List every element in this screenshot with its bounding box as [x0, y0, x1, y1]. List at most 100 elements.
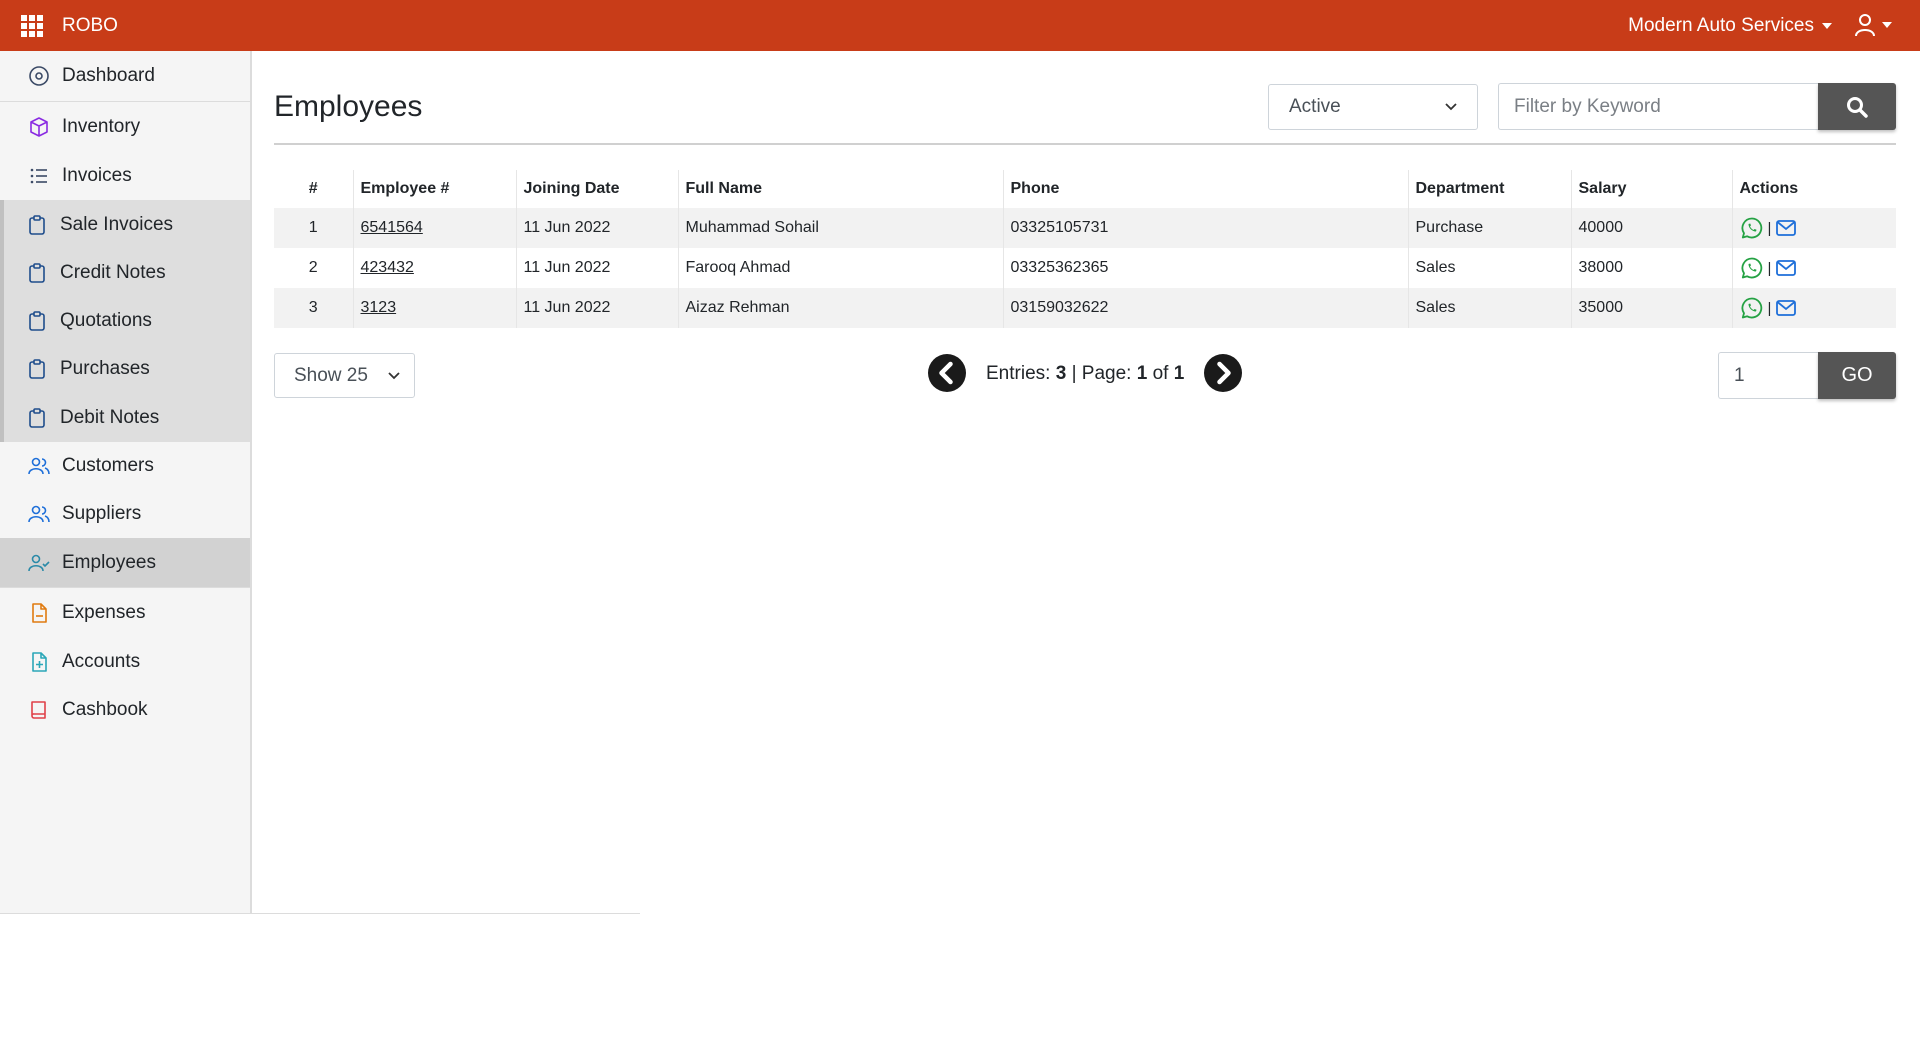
sidebar-item-label: Purchases [60, 358, 150, 379]
column-header: Department [1408, 170, 1572, 208]
joining-date-cell: 11 Jun 2022 [516, 248, 679, 288]
list-icon [30, 168, 47, 184]
sidebar-item-label: Quotations [60, 310, 152, 331]
actions-cell: | [1732, 288, 1896, 328]
employee-number-cell: 423432 [353, 248, 517, 288]
sidebar-item-dashboard[interactable]: Dashboard [0, 51, 250, 101]
sidebar: Dashboard Inventory Invoices Sale Invoic… [0, 51, 252, 913]
people-icon [28, 457, 50, 475]
whatsapp-icon[interactable] [1740, 256, 1764, 280]
sidebar-item-accounts[interactable]: Accounts [0, 638, 250, 686]
actions-cell: | [1732, 208, 1896, 248]
column-header: Actions [1739, 180, 1799, 197]
sidebar-item-label: Debit Notes [60, 406, 160, 428]
sidebar-item-sale-invoices[interactable]: Sale Invoices [0, 200, 250, 249]
sidebar-item-label: Invoices [62, 165, 132, 186]
column-header: Employee # [353, 170, 517, 208]
employee-link[interactable]: 3123 [361, 299, 397, 316]
table-header-row: # Employee # Joining Date Full Name Phon… [274, 170, 1896, 208]
user-menu[interactable] [1854, 13, 1892, 37]
search-button[interactable] [1818, 83, 1896, 130]
row-number: 3 [274, 288, 354, 328]
column-header: Phone [1003, 170, 1409, 208]
employee-link[interactable]: 6541564 [361, 219, 423, 236]
mail-icon[interactable] [1775, 219, 1797, 237]
grid-icon[interactable] [20, 14, 44, 38]
status-filter-select[interactable]: Active [1268, 84, 1478, 130]
entries-count: 3 [1055, 363, 1067, 384]
employees-table: # Employee # Joining Date Full Name Phon… [274, 170, 1896, 328]
sidebar-item-invoices[interactable]: Invoices [0, 152, 250, 200]
whatsapp-icon[interactable] [1740, 296, 1764, 320]
sidebar-item-label: Employees [62, 551, 156, 573]
department-cell: Sales [1408, 248, 1572, 288]
column-header: Joining Date [516, 170, 679, 208]
mail-icon[interactable] [1775, 259, 1797, 277]
top-navbar: ROBO Modern Auto Services [0, 0, 1920, 51]
joining-date-cell: 11 Jun 2022 [516, 208, 679, 248]
book-icon [31, 701, 46, 719]
search-input[interactable] [1498, 83, 1818, 130]
chevron-down-icon [1822, 23, 1832, 29]
phone-cell: 03159032622 [1003, 288, 1409, 328]
document-icon [32, 603, 47, 623]
page-title: Employees [274, 90, 423, 123]
sidebar-item-debit-notes[interactable]: Debit Notes [0, 393, 250, 442]
table-row: 3 3123 11 Jun 2022 Aizaz Rehman 03159032… [274, 288, 1896, 328]
next-page-button[interactable] [1204, 354, 1242, 392]
person-check-icon [28, 554, 50, 571]
page-number-input[interactable] [1718, 352, 1818, 399]
action-separator: | [1767, 299, 1772, 317]
search-icon [1847, 96, 1868, 118]
department-cell: Sales [1408, 288, 1572, 328]
sidebar-item-purchases[interactable]: Purchases [0, 345, 250, 393]
divider [274, 143, 1896, 145]
of-label: of [1152, 363, 1169, 384]
actions-cell: | [1732, 248, 1896, 288]
salary-cell: 38000 [1571, 248, 1733, 288]
mail-icon[interactable] [1775, 299, 1797, 317]
page-size-value: Show 25 [294, 364, 368, 386]
chevron-down-icon [1445, 103, 1457, 111]
employee-number-cell: 6541564 [353, 208, 517, 248]
row-number: 1 [274, 208, 354, 248]
whatsapp-icon[interactable] [1740, 216, 1764, 240]
chevron-down-icon [388, 371, 400, 379]
action-separator: | [1767, 219, 1772, 237]
divider [0, 913, 640, 914]
employee-link[interactable]: 423432 [361, 259, 414, 276]
chevron-down-icon [1882, 22, 1892, 28]
department-cell: Purchase [1408, 208, 1572, 248]
sidebar-item-label: Sale Invoices [60, 213, 174, 235]
sidebar-item-label: Inventory [62, 116, 141, 137]
current-page: 1 [1136, 363, 1148, 384]
sidebar-item-label: Credit Notes [60, 262, 166, 283]
phone-cell: 03325362365 [1003, 248, 1409, 288]
sidebar-item-inventory[interactable]: Inventory [0, 102, 250, 152]
table-row: 2 423432 11 Jun 2022 Farooq Ahmad 033253… [274, 248, 1896, 288]
salary-cell: 35000 [1571, 288, 1733, 328]
column-header: # [274, 170, 354, 208]
sidebar-item-label: Customers [62, 455, 154, 476]
clipboard-icon [29, 311, 45, 331]
sidebar-item-cashbook[interactable]: Cashbook [0, 686, 250, 734]
sidebar-item-credit-notes[interactable]: Credit Notes [0, 249, 250, 297]
sidebar-item-employees[interactable]: Employees [0, 538, 250, 587]
page-size-select[interactable]: Show 25 [274, 353, 415, 398]
clipboard-icon [29, 407, 45, 428]
previous-page-button[interactable] [928, 354, 966, 392]
dashboard-icon [29, 66, 49, 86]
sidebar-item-suppliers[interactable]: Suppliers [0, 490, 250, 538]
full-name-cell: Aizaz Rehman [678, 288, 1004, 328]
sidebar-item-expenses[interactable]: Expenses [0, 588, 250, 638]
company-dropdown[interactable]: Modern Auto Services [1628, 15, 1832, 37]
brand-name[interactable]: ROBO [62, 15, 118, 37]
salary-cell: 40000 [1571, 208, 1733, 248]
company-name: Modern Auto Services [1628, 15, 1814, 36]
sidebar-item-label: Dashboard [62, 65, 155, 86]
sidebar-item-quotations[interactable]: Quotations [0, 297, 250, 345]
action-separator: | [1767, 259, 1772, 277]
go-button[interactable]: GO [1818, 352, 1896, 399]
sidebar-item-customers[interactable]: Customers [0, 442, 250, 490]
sidebar-item-label: Expenses [62, 602, 146, 623]
